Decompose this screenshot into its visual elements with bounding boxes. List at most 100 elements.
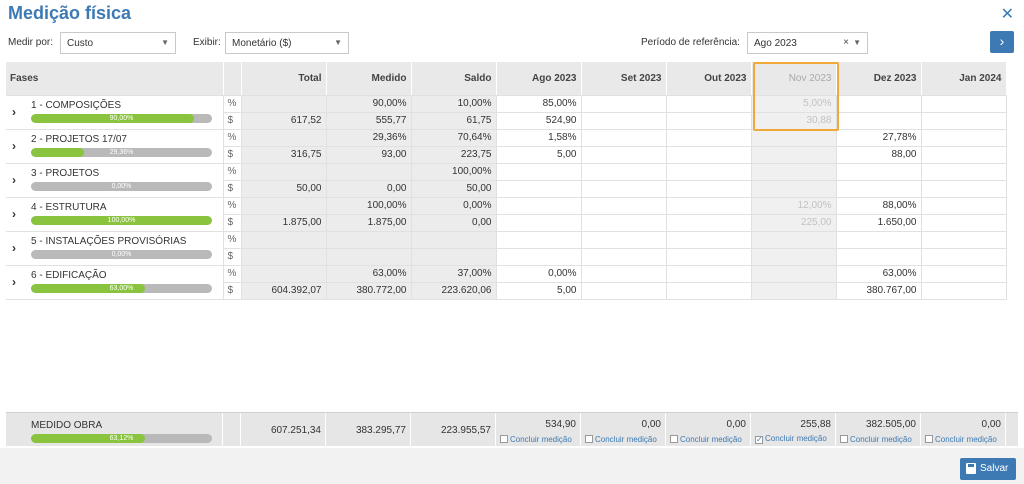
value-cell[interactable]: [751, 282, 837, 300]
value-cell[interactable]: [836, 231, 922, 249]
value-cell[interactable]: [581, 112, 667, 130]
concluir-medicao-checkbox[interactable]: Concluir medição: [585, 435, 657, 444]
value-cell[interactable]: [921, 95, 1007, 113]
value-cell[interactable]: [666, 197, 752, 215]
value-cell[interactable]: [581, 95, 667, 113]
value-cell[interactable]: 1.650,00: [836, 214, 922, 232]
value-cell[interactable]: [496, 180, 582, 198]
value-cell[interactable]: [921, 163, 1007, 181]
value-cell[interactable]: [921, 180, 1007, 198]
value-cell[interactable]: 88,00: [836, 146, 922, 164]
value-cell[interactable]: 5,00%: [751, 95, 837, 113]
value-cell[interactable]: 0,00%: [496, 265, 582, 283]
col-header-saldo[interactable]: Saldo: [411, 62, 497, 96]
value-cell[interactable]: [921, 197, 1007, 215]
value-cell[interactable]: [581, 248, 667, 266]
value-cell[interactable]: [751, 180, 837, 198]
value-cell[interactable]: [496, 197, 582, 215]
value-cell[interactable]: [751, 248, 837, 266]
value-cell[interactable]: [751, 163, 837, 181]
value-cell[interactable]: [666, 180, 752, 198]
value-cell[interactable]: [666, 163, 752, 181]
col-header-ago-2023[interactable]: Ago 2023: [496, 62, 582, 96]
chevron-right-icon[interactable]: ›: [12, 173, 16, 187]
col-header-total[interactable]: Total: [241, 62, 327, 96]
value-cell[interactable]: [581, 163, 667, 181]
value-cell[interactable]: [751, 146, 837, 164]
value-cell[interactable]: [666, 112, 752, 130]
value-cell[interactable]: [836, 248, 922, 266]
value-cell[interactable]: [921, 282, 1007, 300]
chevron-right-icon[interactable]: ›: [12, 105, 16, 119]
value-cell[interactable]: [751, 265, 837, 283]
value-cell[interactable]: 30,88: [751, 112, 837, 130]
value-cell[interactable]: [666, 129, 752, 147]
value-cell[interactable]: [836, 112, 922, 130]
value-cell[interactable]: [496, 214, 582, 232]
value-cell[interactable]: [581, 197, 667, 215]
value-cell[interactable]: [666, 248, 752, 266]
value-cell[interactable]: [921, 146, 1007, 164]
value-cell[interactable]: [581, 265, 667, 283]
col-header-nov-2023[interactable]: Nov 2023: [751, 62, 837, 96]
value-cell[interactable]: [921, 231, 1007, 249]
col-header-dez-2023[interactable]: Dez 2023: [836, 62, 922, 96]
value-cell[interactable]: [836, 163, 922, 181]
value-cell[interactable]: [836, 95, 922, 113]
value-cell[interactable]: [666, 214, 752, 232]
value-cell[interactable]: [751, 231, 837, 249]
chevron-right-icon[interactable]: ›: [12, 139, 16, 153]
value-cell[interactable]: [581, 231, 667, 249]
medir-por-select[interactable]: Custo ▼: [60, 32, 176, 54]
value-cell[interactable]: [751, 129, 837, 147]
value-cell[interactable]: [921, 248, 1007, 266]
value-cell[interactable]: 5,00: [496, 146, 582, 164]
value-cell[interactable]: [496, 231, 582, 249]
value-cell[interactable]: [921, 112, 1007, 130]
concluir-medicao-checkbox[interactable]: Concluir medição: [670, 435, 742, 444]
value-cell[interactable]: [666, 95, 752, 113]
close-icon[interactable]: ✕: [1001, 4, 1014, 24]
value-cell[interactable]: 5,00: [496, 282, 582, 300]
col-header-jan-2024[interactable]: Jan 2024: [921, 62, 1007, 96]
value-cell[interactable]: 380.767,00: [836, 282, 922, 300]
chevron-right-icon[interactable]: ›: [12, 275, 16, 289]
value-cell[interactable]: 27,78%: [836, 129, 922, 147]
value-cell[interactable]: [921, 265, 1007, 283]
value-cell[interactable]: [666, 265, 752, 283]
clear-icon[interactable]: ×: [843, 37, 849, 48]
col-header-out-2023[interactable]: Out 2023: [666, 62, 752, 96]
save-button[interactable]: Salvar: [960, 458, 1016, 480]
value-cell[interactable]: [666, 282, 752, 300]
value-cell[interactable]: 225,00: [751, 214, 837, 232]
value-cell[interactable]: 85,00%: [496, 95, 582, 113]
next-period-button[interactable]: ›: [990, 31, 1014, 53]
value-cell[interactable]: 63,00%: [836, 265, 922, 283]
exibir-select[interactable]: Monetário ($) ▼: [225, 32, 349, 54]
value-cell[interactable]: [836, 180, 922, 198]
col-header-fases[interactable]: Fases: [6, 62, 224, 96]
value-cell[interactable]: [581, 129, 667, 147]
concluir-medicao-checkbox[interactable]: ✓ Concluir medição: [755, 434, 827, 444]
chevron-right-icon[interactable]: ›: [12, 207, 16, 221]
value-cell[interactable]: 524,90: [496, 112, 582, 130]
chevron-right-icon[interactable]: ›: [12, 241, 16, 255]
value-cell[interactable]: [666, 231, 752, 249]
value-cell[interactable]: 1,58%: [496, 129, 582, 147]
value-cell[interactable]: [921, 214, 1007, 232]
value-cell[interactable]: 12,00%: [751, 197, 837, 215]
value-cell[interactable]: [666, 146, 752, 164]
value-cell[interactable]: [496, 248, 582, 266]
value-cell[interactable]: [496, 163, 582, 181]
value-cell[interactable]: 88,00%: [836, 197, 922, 215]
value-cell[interactable]: [581, 214, 667, 232]
concluir-medicao-checkbox[interactable]: Concluir medição: [925, 435, 997, 444]
col-header-set-2023[interactable]: Set 2023: [581, 62, 667, 96]
value-cell[interactable]: [921, 129, 1007, 147]
concluir-medicao-checkbox[interactable]: Concluir medição: [500, 435, 572, 444]
value-cell[interactable]: [581, 180, 667, 198]
value-cell[interactable]: [581, 146, 667, 164]
concluir-medicao-checkbox[interactable]: Concluir medição: [840, 435, 912, 444]
col-header-medido[interactable]: Medido: [326, 62, 412, 96]
periodo-select[interactable]: Ago 2023 × ▼: [747, 32, 868, 54]
